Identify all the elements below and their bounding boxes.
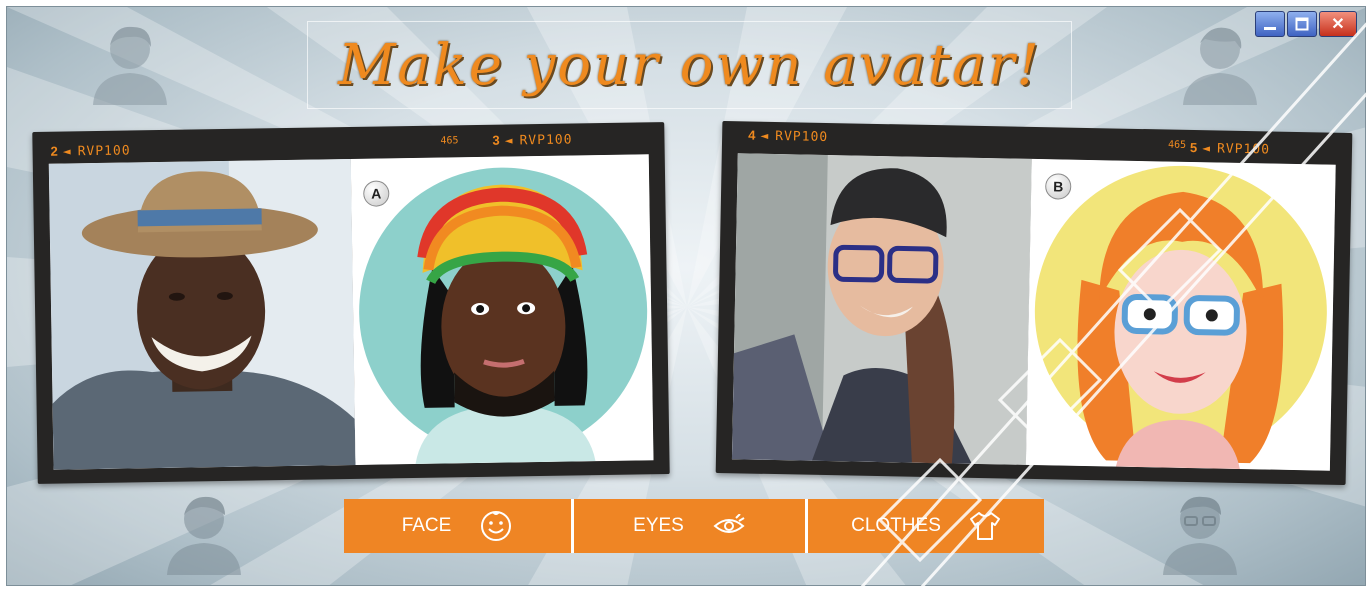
photo-woman-beanie <box>731 153 1032 465</box>
clothes-button[interactable]: CLOTHES <box>808 499 1044 553</box>
film-strip-right: 4 ◄ RVP100 465 5 ◄ RVP100 B <box>715 120 1353 486</box>
ghost-avatar-icon <box>167 496 241 575</box>
frame-number: 465 <box>440 135 459 147</box>
maximize-button[interactable] <box>1287 11 1317 37</box>
frame-number: 465 <box>1167 139 1187 151</box>
ghost-avatar-icon <box>1183 27 1257 105</box>
category-menu: FACE EYES CLOTHES <box>344 499 1044 553</box>
page-title: Make your own avatar! <box>307 21 1072 109</box>
frame-label: 3 ◄ RVP100 <box>492 132 573 149</box>
photo-man-hat <box>48 158 356 470</box>
face-button-label: FACE <box>401 515 452 536</box>
eyes-button-label: EYES <box>633 515 684 536</box>
frame-label: 4 ◄ RVP100 <box>748 127 829 146</box>
frame-label: 5 ◄ RVP100 <box>1189 139 1271 158</box>
smiley-face-icon <box>481 511 512 541</box>
ghost-avatar-icon <box>1163 496 1237 575</box>
frame-label: 2 ◄ RVP100 <box>50 143 131 160</box>
minimize-button[interactable] <box>1255 11 1285 37</box>
clothes-button-label: CLOTHES <box>851 515 941 536</box>
avatar-b-panel: B <box>1025 158 1336 471</box>
avatar-a-panel: A <box>350 154 654 465</box>
eye-icon <box>713 514 745 533</box>
eyes-button[interactable]: EYES <box>574 499 808 553</box>
face-button[interactable]: FACE <box>344 499 574 553</box>
t-shirt-icon <box>969 512 1000 540</box>
ghost-avatar-icon <box>93 26 167 105</box>
film-strip-left: 2 ◄ RVP100 465 3 ◄ RVP100 A <box>32 122 670 484</box>
window-controls: ✕ <box>1255 11 1357 37</box>
minimize-icon <box>1264 27 1276 30</box>
maximize-icon <box>1295 17 1309 31</box>
close-button[interactable]: ✕ <box>1319 11 1357 37</box>
app-window: Make your own avatar! ✕ 2 ◄ RVP100 465 3 ◄ R… <box>6 6 1366 586</box>
